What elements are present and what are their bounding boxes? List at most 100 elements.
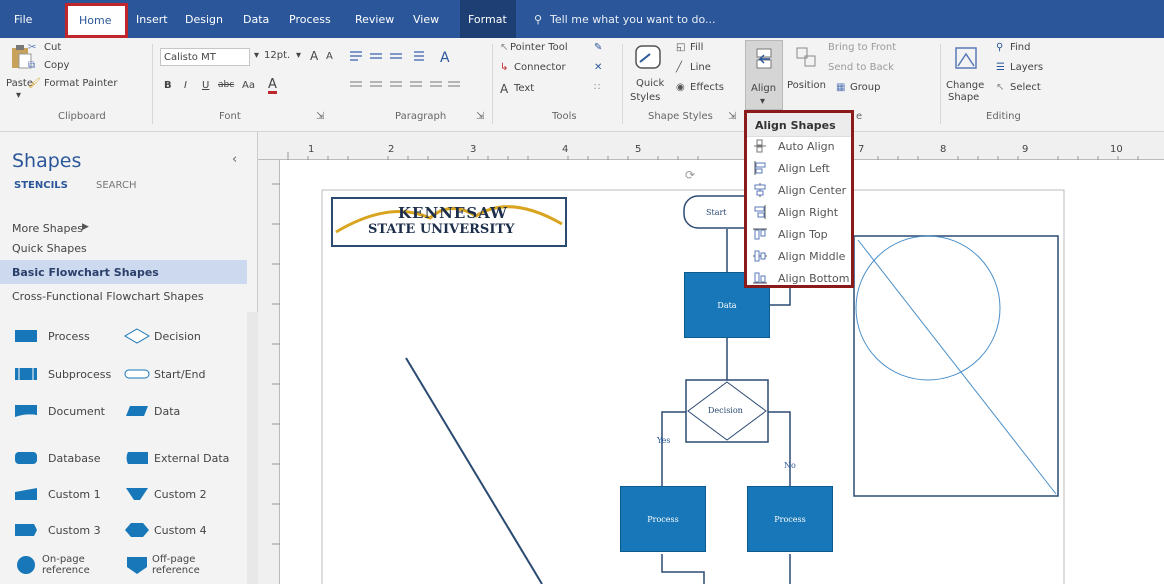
basic-flowchart-shapes-link[interactable]: Basic Flowchart Shapes <box>12 266 159 279</box>
change-shape-button[interactable]: Change <box>946 80 984 91</box>
effects-button[interactable]: Effects <box>690 82 724 93</box>
cross-functional-shapes-link[interactable]: Cross-Functional Flowchart Shapes <box>12 290 204 303</box>
paragraph-align-icons[interactable]: A <box>348 48 468 98</box>
pencil-icon[interactable]: ✎ <box>594 42 602 53</box>
tab-format[interactable]: Format <box>460 0 516 38</box>
panel-scrollbar[interactable] <box>247 312 258 584</box>
rotate-handle-icon[interactable]: ⟳ <box>685 168 695 182</box>
copy-button[interactable]: Copy <box>44 60 69 71</box>
diagonal-line[interactable] <box>405 357 543 584</box>
align-center-icon <box>754 183 766 197</box>
custom-4-icon <box>125 523 149 537</box>
shape-document[interactable]: Document <box>14 403 105 419</box>
connector-line[interactable] <box>661 411 686 486</box>
font-size-dropdown-icon2[interactable]: ▾ <box>296 50 301 61</box>
tab-process[interactable]: Process <box>289 13 331 26</box>
tab-home[interactable]: Home <box>65 3 128 38</box>
process-shape-2[interactable]: Process <box>747 486 833 552</box>
decision-icon <box>124 328 150 344</box>
select-button[interactable]: Select <box>1010 82 1041 93</box>
shape-custom-3[interactable]: Custom 3 <box>14 522 101 538</box>
auto-align-item[interactable]: Auto Align <box>747 135 851 157</box>
ruler-number: 3 <box>470 144 477 155</box>
drawing-canvas[interactable]: Start Data Decision Yes No Process Proce… <box>280 160 1164 584</box>
circle-shape[interactable] <box>855 235 1001 381</box>
tell-me-box[interactable]: Tell me what you want to do... <box>550 13 716 26</box>
connector-button[interactable]: Connector <box>514 62 566 73</box>
italic-button[interactable]: I <box>184 80 187 91</box>
layers-button[interactable]: Layers <box>1010 62 1043 73</box>
tab-insert[interactable]: Insert <box>136 13 168 26</box>
align-middle-item[interactable]: Align Middle <box>747 245 851 267</box>
font-name-field[interactable]: Calisto MT <box>160 48 250 66</box>
align-center-item[interactable]: Align Center <box>747 179 851 201</box>
custom-3-icon <box>15 524 37 536</box>
tab-search[interactable]: SEARCH <box>96 180 136 191</box>
align-button[interactable]: Align ▾ <box>745 40 783 110</box>
shape-external-data[interactable]: External Data <box>124 450 229 466</box>
connector-line[interactable] <box>768 411 791 486</box>
shrink-font-button[interactable]: A <box>326 51 333 62</box>
font-size-field[interactable]: 12pt. <box>264 50 290 61</box>
inner-diagonal-line[interactable] <box>857 239 1057 495</box>
divider <box>940 44 941 124</box>
shape-process[interactable]: Process <box>14 328 90 344</box>
connector-line[interactable] <box>661 554 705 584</box>
shape-custom-4[interactable]: Custom 4 <box>124 522 207 538</box>
shape-start-end[interactable]: Start/End <box>124 366 205 382</box>
tab-view[interactable]: View <box>413 13 439 26</box>
change-case-button[interactable]: Aa <box>242 80 255 91</box>
tab-format-label: Format <box>468 13 507 26</box>
shape-subprocess[interactable]: Subprocess <box>14 366 111 382</box>
paste-dropdown-icon[interactable]: ▾ <box>16 90 21 101</box>
tab-review[interactable]: Review <box>355 13 394 26</box>
bold-button[interactable]: B <box>164 80 172 91</box>
font-dialog-launcher-icon[interactable]: ⇲ <box>316 111 324 122</box>
shape-database[interactable]: Database <box>14 450 101 466</box>
shape-data[interactable]: Data <box>124 403 180 419</box>
shape-styles-dialog-launcher-icon[interactable]: ⇲ <box>728 111 736 122</box>
send-to-back-button[interactable]: Send to Back <box>828 62 894 73</box>
text-button[interactable]: Text <box>514 83 534 94</box>
find-button[interactable]: Find <box>1010 42 1031 53</box>
align-top-item[interactable]: Align Top <box>747 223 851 245</box>
quick-shapes-link[interactable]: Quick Shapes <box>12 242 87 255</box>
align-right-item[interactable]: Align Right <box>747 201 851 223</box>
line-button[interactable]: Line <box>690 62 711 73</box>
align-icon <box>756 48 772 69</box>
quick-styles-icon[interactable] <box>634 44 664 70</box>
process-icon <box>15 330 37 342</box>
shape-custom-1[interactable]: Custom 1 <box>14 486 101 502</box>
pointer-tool-button[interactable]: Pointer Tool <box>510 42 568 53</box>
paragraph-dialog-launcher-icon[interactable]: ⇲ <box>476 111 484 122</box>
group-button[interactable]: Group <box>850 82 880 93</box>
tab-stencils[interactable]: STENCILS <box>14 180 68 191</box>
shape-custom-2[interactable]: Custom 2 <box>124 486 207 502</box>
position-button[interactable]: Position <box>787 80 826 91</box>
shape-decision[interactable]: Decision <box>124 328 201 344</box>
connection-point-icon[interactable]: ∷ <box>594 82 600 93</box>
cut-button[interactable]: Cut <box>44 42 61 53</box>
align-bottom-item[interactable]: Align Bottom <box>747 267 851 289</box>
font-color-button[interactable]: A <box>268 78 277 94</box>
fill-button[interactable]: Fill <box>690 42 703 53</box>
quick-styles-button[interactable]: Quick <box>636 78 664 89</box>
change-shape-label[interactable]: Shape <box>948 92 979 103</box>
tab-data[interactable]: Data <box>243 13 269 26</box>
collapse-panel-icon[interactable]: ‹ <box>232 152 237 167</box>
format-painter-button[interactable]: Format Painter <box>44 78 117 89</box>
quick-styles-label[interactable]: Styles <box>630 92 660 103</box>
tab-design[interactable]: Design <box>185 13 223 26</box>
align-left-item[interactable]: Align Left <box>747 157 851 179</box>
shape-on-page-reference[interactable]: On-page reference <box>14 554 98 576</box>
shape-off-page-reference[interactable]: Off-page reference <box>124 554 208 576</box>
grow-font-button[interactable]: A <box>310 49 318 63</box>
process-shape-1[interactable]: Process <box>620 486 706 552</box>
strikethrough-button[interactable]: abc <box>218 80 234 90</box>
close-tool-icon[interactable]: ✕ <box>594 62 602 73</box>
font-size-dropdown-icon[interactable]: ▾ <box>254 50 259 61</box>
tab-file[interactable]: File <box>14 13 32 26</box>
bring-to-front-button[interactable]: Bring to Front <box>828 42 896 53</box>
underline-button[interactable]: U <box>202 80 209 91</box>
more-shapes-link[interactable]: More Shapes <box>12 222 83 235</box>
